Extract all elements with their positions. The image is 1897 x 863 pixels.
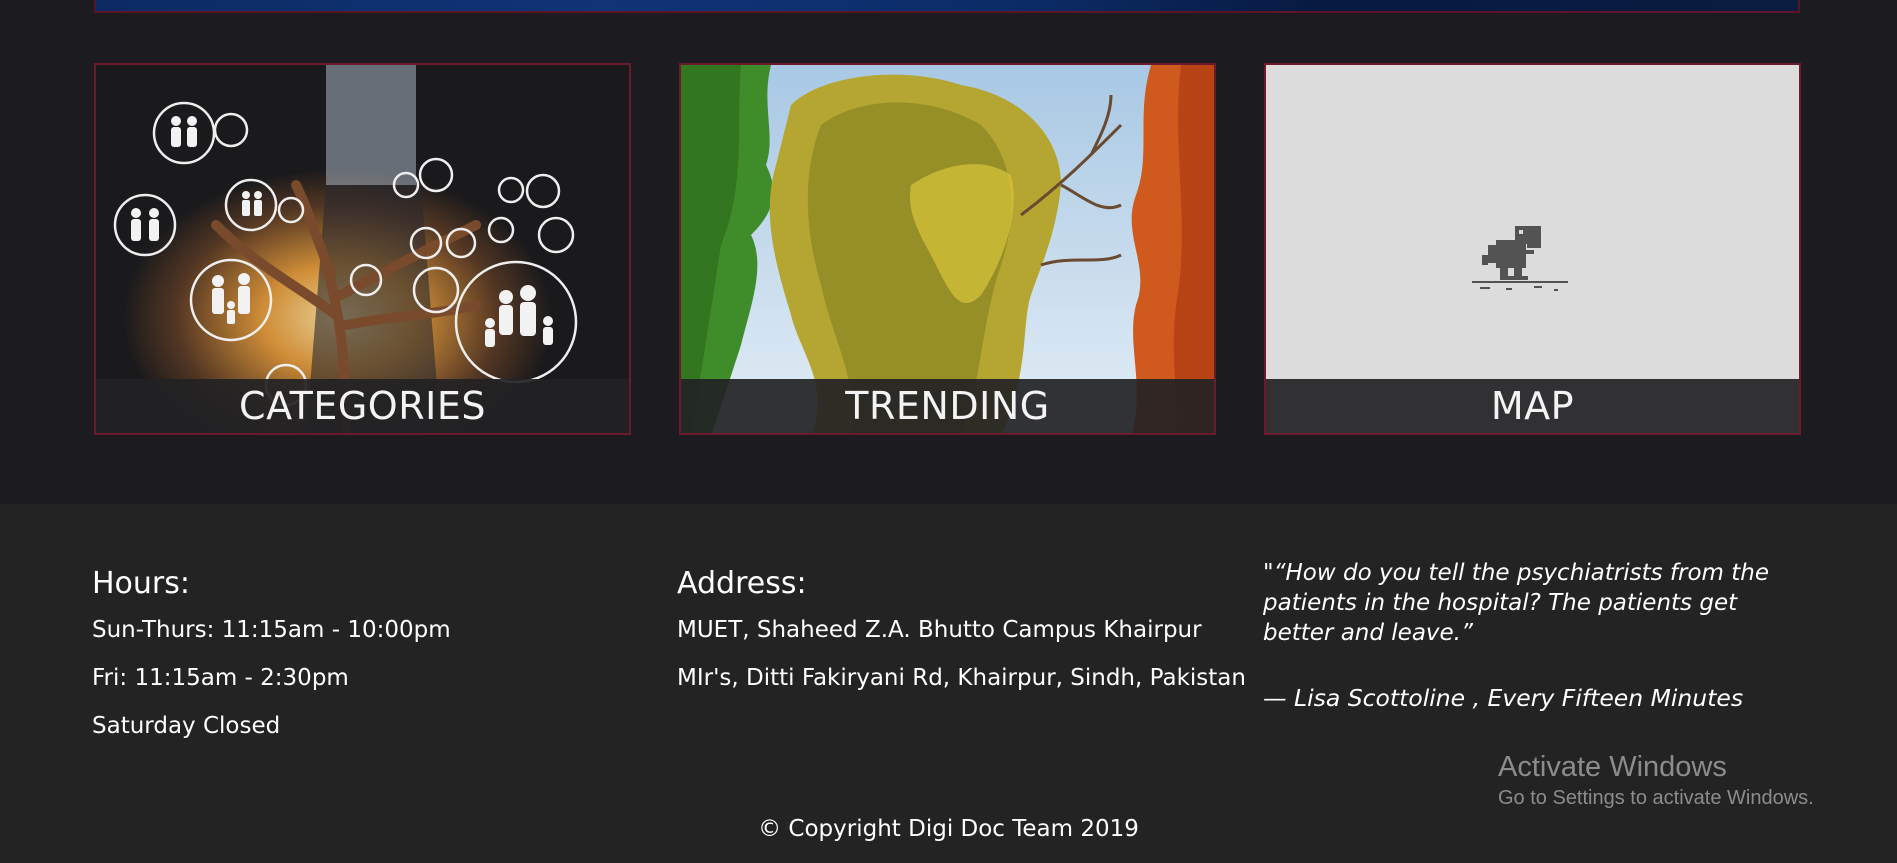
map-card[interactable]: MAP xyxy=(1264,63,1801,435)
top-banner-image xyxy=(94,0,1800,13)
trending-card-label: TRENDING xyxy=(681,379,1214,433)
quote-attribution: — Lisa Scottoline , Every Fifteen Minute… xyxy=(1263,684,1744,712)
hours-line: Saturday Closed xyxy=(92,713,281,739)
hours-title: Hours: xyxy=(92,566,190,601)
watermark-subtitle: Go to Settings to activate Windows. xyxy=(1498,787,1814,809)
address-line: MIr's, Ditti Fakiryani Rd, Khairpur, Sin… xyxy=(677,665,1246,691)
activate-windows-watermark: Activate Windows Go to Settings to activ… xyxy=(1498,750,1814,812)
hours-line: Fri: 11:15am - 2:30pm xyxy=(92,665,349,691)
categories-card-label: CATEGORIES xyxy=(96,379,629,433)
address-line: MUET, Shaheed Z.A. Bhutto Campus Khairpu… xyxy=(677,617,1202,643)
quote-section: "“How do you tell the psychiatrists from… xyxy=(1263,558,1803,712)
map-card-label: MAP xyxy=(1266,379,1799,433)
hours-section: Hours: Sun-Thurs: 11:15am - 10:00pm Fri:… xyxy=(92,566,451,759)
address-title: Address: xyxy=(677,566,807,601)
watermark-title: Activate Windows xyxy=(1498,751,1727,783)
address-section: Address: MUET, Shaheed Z.A. Bhutto Campu… xyxy=(677,566,1246,711)
categories-card[interactable]: CATEGORIES xyxy=(94,63,631,435)
trending-card[interactable]: TRENDING xyxy=(679,63,1216,435)
quote-text: "“How do you tell the psychiatrists from… xyxy=(1263,560,1769,646)
hours-line: Sun-Thurs: 11:15am - 10:00pm xyxy=(92,617,451,643)
copyright-text: © Copyright Digi Doc Team 2019 xyxy=(758,816,1139,842)
